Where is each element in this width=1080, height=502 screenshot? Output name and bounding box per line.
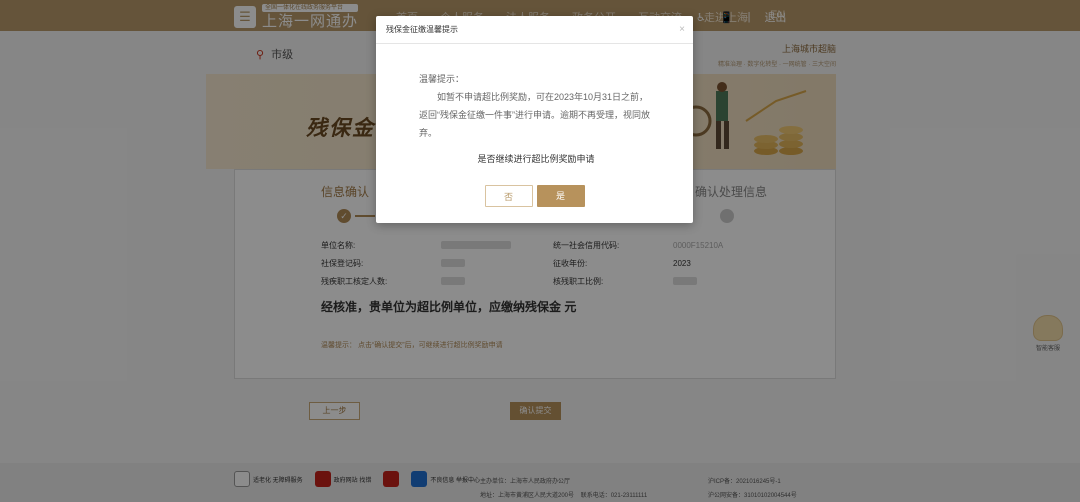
dialog-question: 是否继续进行超比例奖励申请	[477, 154, 595, 164]
dialog-header: 残保金征缴温馨提示 ×	[376, 16, 693, 44]
dialog-message: 如暂不申请超比例奖励，可在2023年10月31日之前，返回“残保金征缴一件事”进…	[419, 92, 650, 138]
dialog-greeting: 温馨提示：	[419, 74, 465, 84]
dialog-title: 残保金征缴温馨提示	[386, 25, 458, 34]
dialog-buttons: 否 是	[376, 185, 693, 207]
close-icon[interactable]: ×	[679, 16, 685, 44]
reminder-dialog: 残保金征缴温馨提示 × 温馨提示： 如暂不申请超比例奖励，可在2023年10月3…	[376, 16, 693, 223]
no-button[interactable]: 否	[484, 185, 533, 207]
dialog-body: 温馨提示： 如暂不申请超比例奖励，可在2023年10月31日之前，返回“残保金征…	[376, 44, 693, 168]
yes-button[interactable]: 是	[536, 185, 585, 207]
